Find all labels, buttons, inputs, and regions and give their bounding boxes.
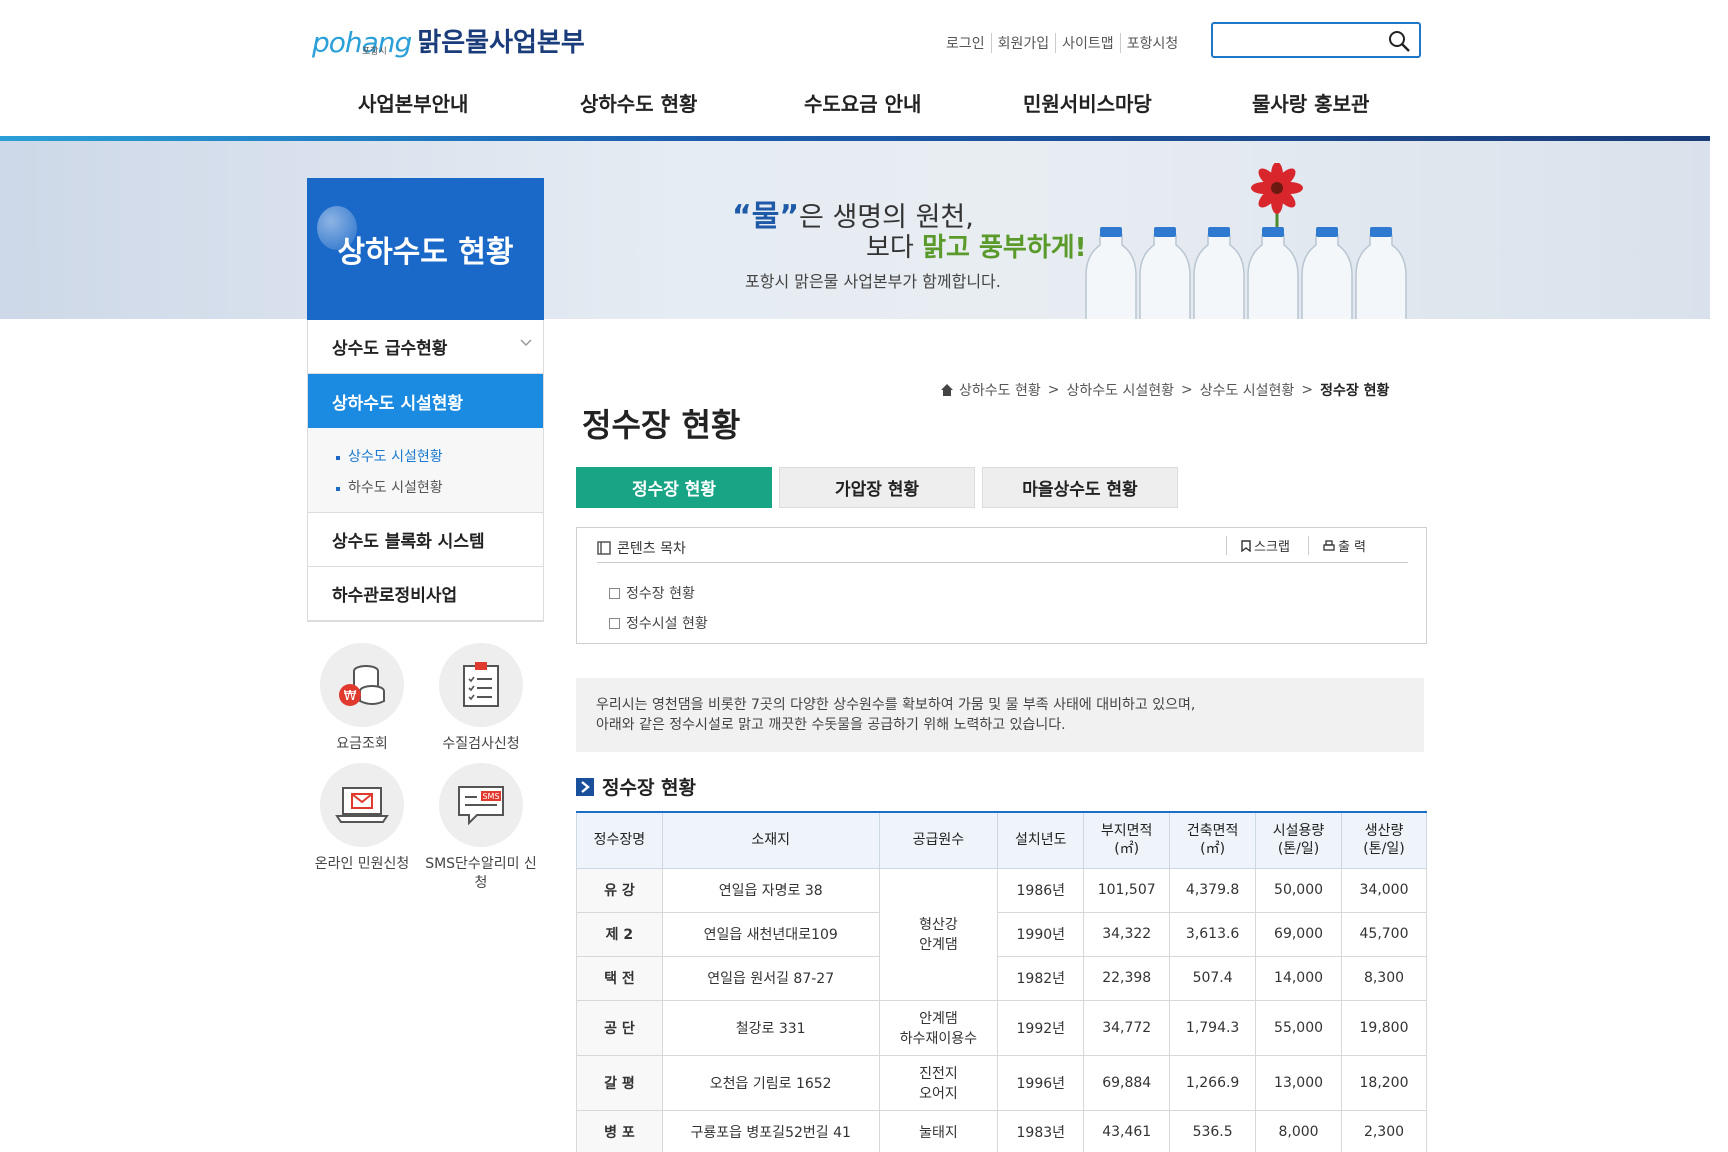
sidebar-item-block-system[interactable]: 상수도 블록화 시스템 xyxy=(308,513,543,567)
svg-text:₩: ₩ xyxy=(344,689,357,704)
column-header: 생산량 (톤/일) xyxy=(1341,811,1427,869)
site-logo[interactable]: pohang 포항시 맑은물사업본부 xyxy=(312,22,585,59)
intro-line-2: 아래와 같은 정수시설로 맑고 깨끗한 수돗물을 공급하기 위해 노력하고 있습… xyxy=(596,717,1066,733)
quick-online-petition[interactable]: 온라인 민원신청 xyxy=(302,763,422,874)
table-row: 갈 평 오천읍 기림로 1652 진전지 오어지 1996년 69,884 1,… xyxy=(576,1054,1427,1111)
city-hall-link[interactable]: 포항시청 xyxy=(1119,33,1185,53)
submenu-item-water-facilities[interactable]: 상수도 시설현황 xyxy=(336,442,543,473)
column-header: 정수장명 xyxy=(576,811,663,869)
sidebar-menu: 상수도 급수현황 상하수도 시설현황 상수도 시설현황 하수도 시설현황 상수도… xyxy=(307,320,544,622)
login-link[interactable]: 로그인 xyxy=(940,33,991,53)
laptop-mail-icon xyxy=(320,763,404,847)
contents-index: 콘텐츠 목차 스크랩 출 력 정수장 현황 정수시설 현황 xyxy=(576,527,1427,644)
sitemap-link[interactable]: 사이트맵 xyxy=(1055,33,1120,53)
quick-fee-inquiry[interactable]: ₩ 요금조회 xyxy=(302,643,422,754)
water-bottles-image xyxy=(1085,227,1407,319)
column-header: 공급원수 xyxy=(878,811,999,869)
printer-icon xyxy=(1323,539,1335,551)
gnb-item-about[interactable]: 사업본부안내 xyxy=(358,88,518,117)
gnb-item-civil-service[interactable]: 민원서비스마당 xyxy=(1023,88,1203,117)
toc-link-plants[interactable]: 정수장 현황 xyxy=(609,578,708,608)
column-header: 건축면적 (㎡) xyxy=(1169,811,1257,869)
table-row: 택 전 연일읍 원서길 87-27 1982년 22,398 507.4 14,… xyxy=(576,955,1427,1001)
gnb-item-water-status[interactable]: 상하수도 현황 xyxy=(580,88,740,117)
sidebar-item-water-supply[interactable]: 상수도 급수현황 xyxy=(308,320,543,374)
page-title: 정수장 현황 xyxy=(582,406,741,444)
breadcrumb-item[interactable]: 상수도 시설현황 xyxy=(1200,380,1295,400)
breadcrumb-current: 정수장 현황 xyxy=(1320,383,1390,399)
tab-purification-plants[interactable]: 정수장 현황 xyxy=(576,467,772,508)
toc-list: 정수장 현황 정수시설 현황 xyxy=(609,578,708,638)
logo-korean: 맑은물사업본부 xyxy=(417,28,585,58)
table-row: 병 포 구룡포읍 병포길52번길 41 눌태지 1983년 43,461 536… xyxy=(576,1109,1427,1152)
print-button[interactable]: 출 력 xyxy=(1307,536,1366,555)
sidebar-title: 상하수도 현황 xyxy=(307,178,544,320)
search-icon[interactable] xyxy=(1387,29,1411,53)
sidebar-item-sewer-project[interactable]: 하수관로정비사업 xyxy=(308,567,543,621)
sidebar-submenu: 상수도 시설현황 하수도 시설현황 xyxy=(308,428,543,513)
book-icon xyxy=(597,541,611,555)
quick-sms-alert[interactable]: SMS SMS단수알리미 신청 xyxy=(421,763,541,893)
table-header-row: 정수장명 소재지 공급원수 설치년도 부지면적 (㎡) 건축면적 (㎡) 시설용… xyxy=(576,811,1427,869)
table-row: 제 2 연일읍 새천년대로109 1990년 34,322 3,613.6 69… xyxy=(576,911,1427,957)
content-tabs: 정수장 현황 가압장 현황 마을상수도 현황 xyxy=(576,467,1185,508)
gnb-item-fees[interactable]: 수도요금 안내 xyxy=(804,88,964,117)
clipboard-icon xyxy=(439,643,523,727)
section-heading: 정수장 현황 xyxy=(576,773,696,800)
intro-line-1: 우리시는 영천댐을 비롯한 7곳의 다양한 상수원수를 확보하여 가뭄 및 물 … xyxy=(596,697,1196,713)
toc-tools: 스크랩 출 력 xyxy=(1208,536,1366,555)
logo-small-text: 포항시 xyxy=(362,47,387,57)
water-drop-decoration xyxy=(317,206,357,250)
column-header: 부지면적 (㎡) xyxy=(1083,811,1171,869)
home-icon[interactable] xyxy=(940,383,954,397)
chevron-right-icon xyxy=(576,777,594,796)
table-row: 유 강 연일읍 자명로 38 형산강 안계댐 1986년 101,507 4,3… xyxy=(576,867,1427,1001)
column-header: 소재지 xyxy=(661,811,880,869)
toc-divider xyxy=(597,562,1408,563)
sms-icon: SMS xyxy=(439,763,523,847)
chevron-down-icon xyxy=(520,339,532,347)
intro-text-box: 우리시는 영천댐을 비롯한 7곳의 다양한 상수원수를 확보하여 가뭄 및 물 … xyxy=(576,678,1424,752)
tab-pressure-stations[interactable]: 가압장 현황 xyxy=(779,467,975,508)
sidebar-item-facilities[interactable]: 상하수도 시설현황 xyxy=(308,374,543,428)
breadcrumb: 상하수도 현황 > 상하수도 시설현황 > 상수도 시설현황 > 정수장 현황 xyxy=(940,380,1389,400)
bookmark-icon xyxy=(1241,539,1251,552)
toc-heading: 콘텐츠 목차 xyxy=(597,538,686,558)
toc-link-facilities[interactable]: 정수시설 현황 xyxy=(609,608,708,638)
utility-links: 로그인 회원가입 사이트맵 포항시청 xyxy=(940,33,1184,53)
tab-village-water[interactable]: 마을상수도 현황 xyxy=(982,467,1178,508)
banner-line3: 포항시 맑은물 사업본부가 함께합니다. xyxy=(745,272,1001,291)
signup-link[interactable]: 회원가입 xyxy=(990,33,1056,53)
hero-banner: “물”은 생명의 원천, 보다 맑고 풍부하게! 포항시 맑은물 사업본부가 함… xyxy=(0,141,1710,319)
breadcrumb-item[interactable]: 상하수도 시설현황 xyxy=(1066,380,1174,400)
submenu-item-sewage-facilities[interactable]: 하수도 시설현황 xyxy=(336,473,543,504)
table-row: 공 단 철강로 331 안계댐 하수재이용수 1992년 34,772 1,79… xyxy=(576,999,1427,1056)
svg-text:SMS: SMS xyxy=(482,792,499,801)
column-header: 시설용량 (톤/일) xyxy=(1255,811,1343,869)
coins-icon: ₩ xyxy=(320,643,404,727)
search-box xyxy=(1211,22,1421,58)
gnb-item-pr-hall[interactable]: 물사랑 홍보관 xyxy=(1252,88,1412,117)
banner-line2: 보다 맑고 풍부하게! xyxy=(866,233,1087,263)
quick-water-test[interactable]: 수질검사신청 xyxy=(421,643,541,754)
breadcrumb-item[interactable]: 상하수도 현황 xyxy=(959,380,1041,400)
column-header: 설치년도 xyxy=(997,811,1085,869)
scrap-button[interactable]: 스크랩 xyxy=(1226,536,1290,555)
search-input[interactable] xyxy=(1219,24,1379,54)
purification-plant-table: 정수장명 소재지 공급원수 설치년도 부지면적 (㎡) 건축면적 (㎡) 시설용… xyxy=(576,811,1427,1152)
